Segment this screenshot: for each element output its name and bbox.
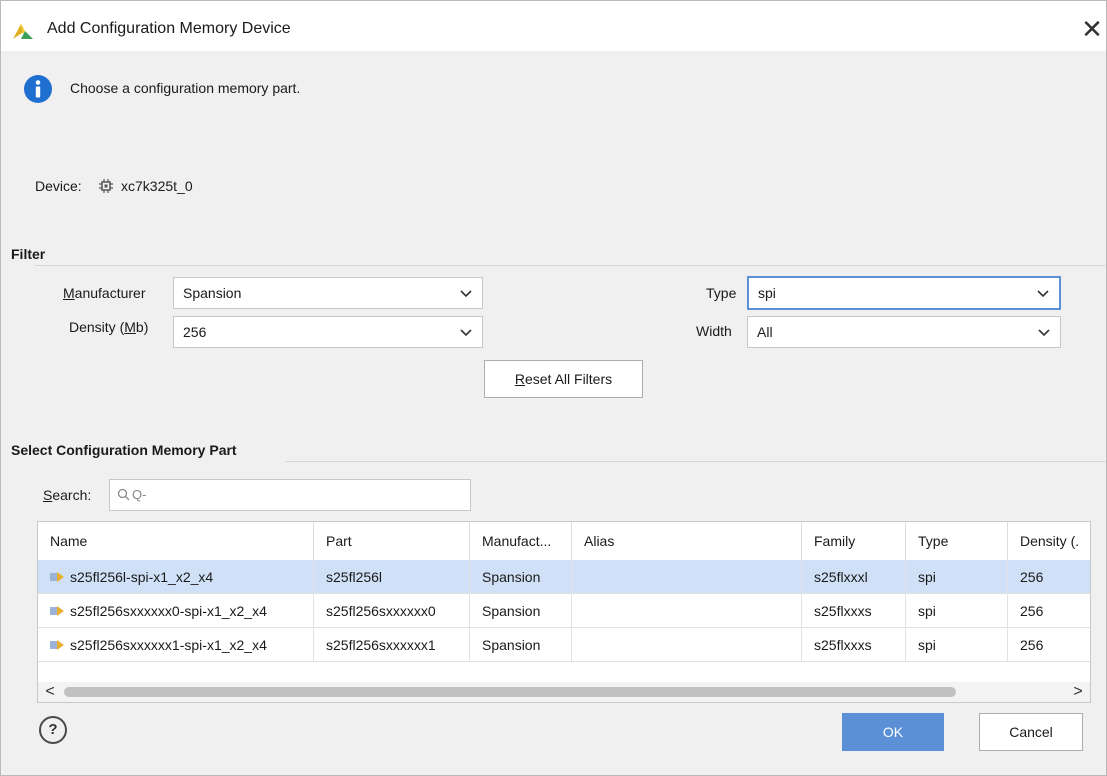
- cell-type: spi: [906, 594, 1008, 628]
- cell-name: s25fl256l-spi-x1_x2_x4: [38, 560, 314, 594]
- search-label: Search:: [43, 487, 92, 503]
- cell-alias: [572, 560, 802, 594]
- manufacturer-select[interactable]: Spansion: [173, 277, 483, 309]
- select-part-section-title: Select Configuration Memory Part: [11, 442, 237, 458]
- info-message: Choose a configuration memory part.: [70, 80, 301, 96]
- cell-family: s25flxxxs: [802, 594, 906, 628]
- select-part-divider: [285, 461, 1106, 462]
- memory-part-icon: [50, 572, 64, 582]
- width-select[interactable]: All: [747, 316, 1061, 348]
- column-header-manufacturer[interactable]: Manufact...: [470, 522, 572, 560]
- search-icon: [117, 488, 130, 501]
- filter-divider: [35, 265, 1106, 266]
- search-input[interactable]: Q-: [109, 479, 471, 511]
- cell-family: s25flxxxs: [802, 628, 906, 662]
- column-header-name[interactable]: Name: [38, 522, 314, 560]
- window-title: Add Configuration Memory Device: [47, 20, 291, 37]
- cell-manufacturer: Spansion: [470, 560, 572, 594]
- device-name: xc7k325t_0: [121, 178, 193, 194]
- column-header-type[interactable]: Type: [906, 522, 1008, 560]
- filter-section-title: Filter: [11, 246, 46, 262]
- cell-part: s25fl256sxxxxxx0: [314, 594, 470, 628]
- search-placeholder: Q-: [132, 487, 147, 502]
- scroll-right-button[interactable]: >: [1068, 682, 1088, 702]
- type-select[interactable]: spi: [747, 276, 1061, 310]
- table-row[interactable]: s25fl256sxxxxxx1-spi-x1_x2_x4 s25fl256sx…: [38, 628, 1090, 662]
- cell-part: s25fl256l: [314, 560, 470, 594]
- width-label: Width: [696, 323, 732, 339]
- type-value: spi: [758, 285, 776, 301]
- table-row[interactable]: s25fl256sxxxxxx0-spi-x1_x2_x4 s25fl256sx…: [38, 594, 1090, 628]
- cell-manufacturer: Spansion: [470, 628, 572, 662]
- width-value: All: [757, 324, 773, 340]
- vivado-logo-icon: [13, 24, 33, 39]
- cell-alias: [572, 594, 802, 628]
- cell-family: s25flxxxl: [802, 560, 906, 594]
- manufacturer-label: Manufacturer: [63, 285, 146, 301]
- cancel-button[interactable]: Cancel: [979, 713, 1083, 751]
- column-header-alias[interactable]: Alias: [572, 522, 802, 560]
- cell-name: s25fl256sxxxxxx1-spi-x1_x2_x4: [38, 628, 314, 662]
- manufacturer-value: Spansion: [183, 285, 242, 301]
- column-header-family[interactable]: Family: [802, 522, 906, 560]
- cell-part: s25fl256sxxxxxx1: [314, 628, 470, 662]
- close-button[interactable]: ✕: [1079, 11, 1105, 47]
- memory-part-table: Name Part Manufact... Alias Family Type …: [37, 521, 1091, 703]
- scrollbar-thumb[interactable]: [64, 687, 956, 697]
- cell-type: spi: [906, 628, 1008, 662]
- title-bar: Add Configuration Memory Device ✕: [1, 1, 1106, 51]
- cell-type: spi: [906, 560, 1008, 594]
- chip-icon: [99, 179, 113, 193]
- chevron-down-icon: [1037, 290, 1049, 298]
- type-label: Type: [706, 285, 737, 301]
- horizontal-scrollbar[interactable]: < >: [38, 682, 1090, 702]
- ok-button[interactable]: OK: [842, 713, 944, 751]
- cell-density: 256: [1020, 637, 1044, 653]
- chevron-down-icon: [1038, 329, 1050, 337]
- density-select[interactable]: 256: [173, 316, 483, 348]
- cell-name: s25fl256sxxxxxx0-spi-x1_x2_x4: [38, 594, 314, 628]
- help-button[interactable]: ?: [39, 716, 67, 744]
- reset-all-filters-button[interactable]: Reset All Filters: [484, 360, 643, 398]
- scroll-left-button[interactable]: <: [40, 682, 60, 702]
- column-header-density[interactable]: Density (.: [1008, 522, 1090, 560]
- cell-manufacturer: Spansion: [470, 594, 572, 628]
- cell-density: 256: [1020, 569, 1044, 585]
- table-row[interactable]: s25fl256l-spi-x1_x2_x4 s25fl256l Spansio…: [38, 560, 1090, 594]
- column-header-part[interactable]: Part: [314, 522, 470, 560]
- chevron-down-icon: [460, 329, 472, 337]
- memory-part-icon: [50, 640, 64, 650]
- device-label: Device:: [35, 178, 82, 194]
- density-label: Density (Mb): [69, 319, 149, 335]
- table-header: Name Part Manufact... Alias Family Type …: [38, 522, 1090, 561]
- cell-density: 256: [1020, 603, 1044, 619]
- chevron-down-icon: [460, 290, 472, 298]
- memory-part-icon: [50, 606, 64, 616]
- density-value: 256: [183, 324, 207, 340]
- info-icon: [24, 75, 52, 103]
- cell-alias: [572, 628, 802, 662]
- add-config-memory-dialog: Add Configuration Memory Device ✕ Choose…: [0, 0, 1107, 776]
